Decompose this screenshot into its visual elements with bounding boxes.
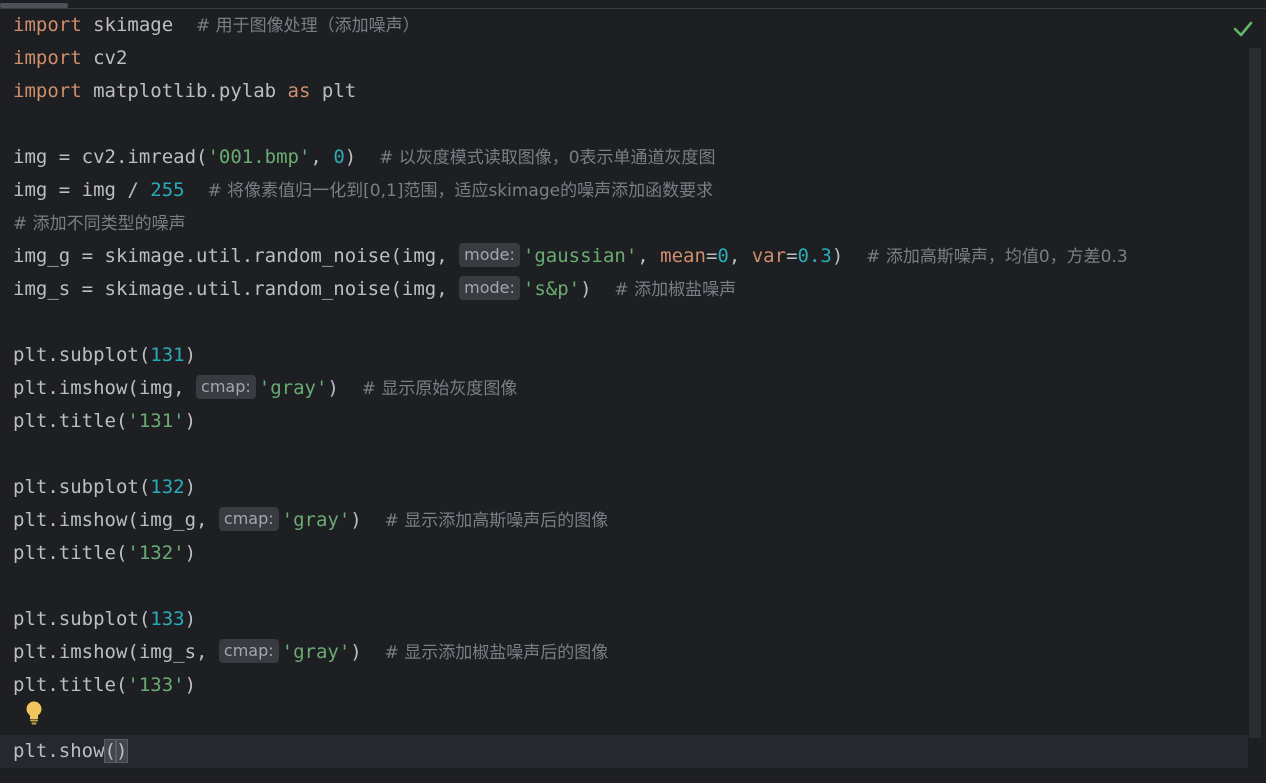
- code-text: img = img /: [13, 179, 151, 201]
- string-literal: 'gray': [281, 641, 351, 663]
- check-icon[interactable]: [1232, 18, 1254, 40]
- comment: # 添加椒盐噪声: [614, 280, 737, 300]
- string-literal: 'gaussian': [522, 245, 638, 267]
- code-text: =: [705, 245, 718, 267]
- code-editor[interactable]: import skimage # 用于图像处理（添加噪声） import cv2…: [0, 9, 1248, 783]
- code-line-21[interactable]: plt.title('133'): [13, 669, 196, 702]
- parameter-hint: cmap:: [218, 507, 279, 531]
- code-line-9[interactable]: img_s = skimage.util.random_noise(img, m…: [13, 273, 736, 306]
- matched-paren: ): [114, 739, 129, 763]
- code-text: plt.imshow(img_g,: [13, 509, 219, 531]
- code-text: ): [184, 344, 197, 366]
- code-text: plt.title(: [13, 542, 128, 564]
- keyword-argument: mean: [660, 245, 706, 267]
- keyword-argument: var: [751, 245, 787, 267]
- parameter-hint: cmap:: [196, 375, 256, 399]
- code-line-5[interactable]: img = cv2.imread('001.bmp', 0) # 以灰度模式读取…: [13, 141, 716, 174]
- code-line-19[interactable]: plt.subplot(133): [13, 603, 196, 636]
- code-text: ): [184, 608, 197, 630]
- code-text: ): [831, 245, 867, 267]
- parameter-hint: mode:: [459, 276, 520, 300]
- code-line-15[interactable]: plt.subplot(132): [13, 471, 196, 504]
- module-name: skimage: [81, 14, 197, 36]
- code-line-13[interactable]: plt.title('131'): [13, 405, 196, 438]
- string-literal: 's&p': [522, 278, 581, 300]
- current-line-highlight: [0, 735, 1248, 768]
- code-text: ): [350, 641, 385, 663]
- comment: # 显示原始灰度图像: [361, 379, 518, 399]
- code-text: ): [350, 509, 385, 531]
- code-text: plt.subplot(: [13, 344, 151, 366]
- code-line-11[interactable]: plt.subplot(131): [13, 339, 196, 372]
- parameter-hint: cmap:: [218, 639, 279, 663]
- code-text: ,: [310, 146, 334, 168]
- comment: # 显示添加高斯噪声后的图像: [384, 511, 609, 531]
- code-text: plt.subplot(: [13, 608, 151, 630]
- comment: # 将像素值归一化到[0,1]范围，适应skimage的噪声添加函数要求: [207, 181, 714, 201]
- number-literal: 131: [150, 344, 185, 366]
- code-text: ): [327, 377, 362, 399]
- keyword-as: as: [287, 80, 311, 102]
- code-text: img_g = skimage.util.random_noise(img,: [13, 245, 460, 267]
- number-literal: 0: [717, 245, 729, 267]
- comment: # 显示添加椒盐噪声后的图像: [384, 643, 609, 663]
- code-text: ): [344, 146, 380, 168]
- string-literal: '133': [127, 674, 185, 696]
- lightbulb-icon[interactable]: [23, 700, 45, 726]
- code-text: ): [184, 410, 197, 432]
- number-literal: 0.3: [797, 245, 832, 267]
- number-literal: 132: [150, 476, 185, 498]
- vertical-scrollbar[interactable]: [1249, 48, 1261, 738]
- string-literal: '132': [127, 542, 185, 564]
- module-name: cv2: [81, 47, 128, 69]
- code-text: plt.title(: [13, 410, 128, 432]
- keyword: import: [13, 80, 82, 102]
- string-literal: '001.bmp': [207, 146, 311, 168]
- comment: # 用于图像处理（添加噪声）: [196, 16, 420, 36]
- comment: # 添加高斯噪声，均值0，方差0.3: [866, 247, 1128, 267]
- number-literal: 255: [150, 179, 185, 201]
- keyword: import: [13, 14, 82, 36]
- code-text: ,: [728, 245, 752, 267]
- code-text: plt.imshow(img,: [13, 377, 197, 399]
- code-line-12[interactable]: plt.imshow(img, cmap:'gray') # 显示原始灰度图像: [13, 372, 517, 405]
- comment: # 添加不同类型的噪声: [13, 214, 186, 234]
- code-text: plt.show: [13, 740, 105, 762]
- code-text: =: [786, 245, 798, 267]
- parameter-hint: mode:: [459, 243, 520, 267]
- code-line-8[interactable]: img_g = skimage.util.random_noise(img, m…: [13, 240, 1128, 273]
- module-name: matplotlib.pylab: [81, 80, 288, 102]
- comment: # 以灰度模式读取图像，0表示单通道灰度图: [379, 148, 716, 168]
- code-line-2[interactable]: import cv2: [13, 42, 127, 75]
- string-literal: '131': [127, 410, 185, 432]
- code-line-7[interactable]: # 添加不同类型的噪声: [13, 207, 186, 240]
- code-text: plt.subplot(: [13, 476, 151, 498]
- code-text: ,: [637, 245, 661, 267]
- number-literal: 133: [150, 608, 185, 630]
- string-literal: 'gray': [281, 509, 351, 531]
- code-text: plt.title(: [13, 674, 128, 696]
- code-line-17[interactable]: plt.title('132'): [13, 537, 196, 570]
- keyword: import: [13, 47, 82, 69]
- code-text: plt.imshow(img_s,: [13, 641, 219, 663]
- alias-name: plt: [310, 80, 357, 102]
- matched-paren: (: [103, 739, 118, 763]
- code-text: img = cv2.imread(: [13, 146, 208, 168]
- code-line-3[interactable]: import matplotlib.pylab as plt: [13, 75, 356, 108]
- code-text: ): [580, 278, 615, 300]
- code-line-6[interactable]: img = img / 255 # 将像素值归一化到[0,1]范围，适应skim…: [13, 174, 713, 207]
- code-line-20[interactable]: plt.imshow(img_s, cmap:'gray') # 显示添加椒盐噪…: [13, 636, 608, 669]
- code-line-16[interactable]: plt.imshow(img_g, cmap:'gray') # 显示添加高斯噪…: [13, 504, 608, 537]
- code-text: ): [184, 476, 197, 498]
- code-line-1[interactable]: import skimage # 用于图像处理（添加噪声）: [13, 9, 420, 42]
- string-literal: 'gray': [258, 377, 328, 399]
- code-text: ): [184, 674, 197, 696]
- code-line-23[interactable]: plt.show(): [13, 735, 129, 768]
- code-text: ): [184, 542, 197, 564]
- code-text: img_s = skimage.util.random_noise(img,: [13, 278, 460, 300]
- number-literal: 0: [333, 146, 345, 168]
